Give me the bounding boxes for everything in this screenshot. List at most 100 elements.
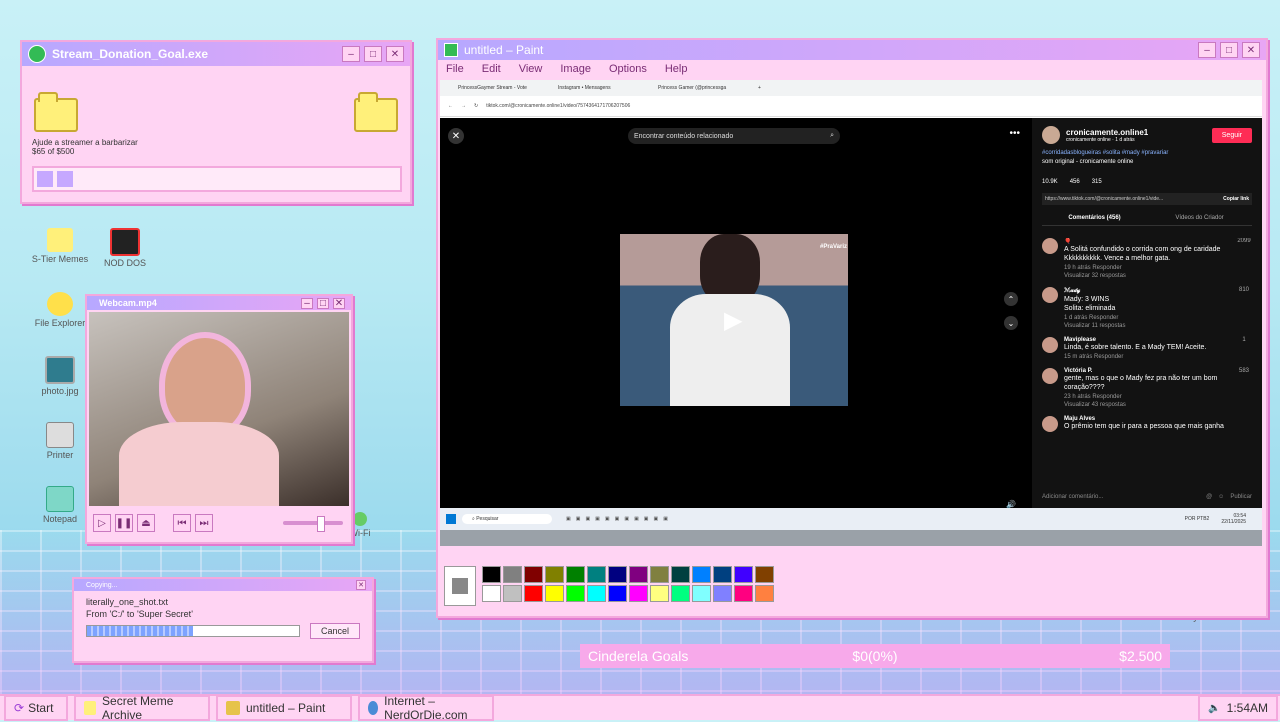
color-swatch[interactable] [482,585,501,602]
color-swatch[interactable] [755,585,774,602]
close-button[interactable]: ✕ [333,297,345,309]
color-swatch[interactable] [482,566,501,583]
menu-options[interactable]: Options [609,63,647,75]
view-replies[interactable]: Visualizar 11 respostas [1064,323,1125,329]
taskbar-search[interactable]: ⌕ Pesquisar [462,514,552,524]
color-swatch[interactable] [608,566,627,583]
paint-canvas[interactable]: PrincessGaymer Stream - Vote Instagram •… [440,80,1262,546]
current-color[interactable] [444,566,476,606]
desktop-icon-s-tier-memes[interactable]: S-Tier Memes [25,228,95,264]
taskbar-item-secret-meme-archive[interactable]: Secret Meme Archive [74,694,210,722]
color-swatch[interactable] [629,585,648,602]
sound-name[interactable]: som original - cronicamente online [1042,159,1252,165]
next-button[interactable]: ⏭ [195,514,213,532]
color-swatch[interactable] [755,566,774,583]
avatar[interactable] [1042,368,1058,384]
color-swatch[interactable] [671,585,690,602]
start-button[interactable]: ⟳ Start [4,695,68,721]
cancel-button[interactable]: Cancel [309,623,360,639]
menu-edit[interactable]: Edit [482,63,501,75]
clock[interactable]: 1:54AM [1227,701,1268,715]
comments-count[interactable]: 456 [1070,179,1080,185]
forward-icon[interactable]: → [461,103,466,109]
creator-name[interactable]: cronicamente.online1 [1066,128,1212,137]
color-swatch[interactable] [503,566,522,583]
color-swatch[interactable] [524,585,543,602]
eject-button[interactable]: ⏏ [137,514,155,532]
view-replies[interactable]: Visualizar 43 respostas [1064,402,1236,408]
volume-knob[interactable] [317,516,325,532]
language-indicator[interactable]: POR PTB2 [1185,516,1210,522]
comment-author[interactable]: ℳ𝒶𝒹𝓎 [1064,287,1125,295]
color-swatch[interactable] [734,566,753,583]
browser-tab[interactable]: Instagram • Mensagens [558,85,658,91]
windows-start-icon[interactable] [446,514,456,524]
avatar[interactable] [1042,416,1058,432]
like-count[interactable]: 810 [1236,287,1252,329]
comment-input[interactable]: Adicionar comentário... [1042,494,1206,500]
maximize-button[interactable]: □ [364,46,382,62]
more-options-icon[interactable]: ••• [1009,128,1020,139]
color-swatch[interactable] [650,585,669,602]
color-swatch[interactable] [524,566,543,583]
like-count[interactable]: 583 [1236,368,1252,408]
maximize-button[interactable]: □ [317,297,329,309]
close-button[interactable]: ✕ [386,46,404,62]
desktop-icon-nod-dos[interactable]: NOD DOS [90,228,160,268]
webcam-titlebar[interactable]: Webcam.mp4 – □ ✕ [87,296,351,310]
close-button[interactable]: ✕ [356,580,366,590]
menu-image[interactable]: Image [560,63,591,75]
taskbar-item-paint[interactable]: untitled – Paint [216,695,352,721]
color-swatch[interactable] [692,566,711,583]
back-icon[interactable]: ← [448,103,453,109]
color-swatch[interactable] [713,566,732,583]
avatar[interactable] [1042,287,1058,303]
comment-author[interactable]: 🎈 [1064,238,1236,245]
avatar[interactable] [1042,238,1058,254]
color-swatch[interactable] [629,566,648,583]
mention-icon[interactable]: @ [1206,494,1212,500]
color-swatch[interactable] [713,585,732,602]
menu-view[interactable]: View [519,63,543,75]
likes-count[interactable]: 10.9K [1042,179,1058,185]
pause-button[interactable]: ❚❚ [115,514,133,532]
browser-tab[interactable]: Princess Gamer (@princessga [658,85,758,91]
color-swatch[interactable] [545,585,564,602]
maximize-button[interactable]: □ [1220,42,1238,58]
close-button[interactable]: ✕ [1242,42,1260,58]
copying-titlebar[interactable]: Copying... ✕ [74,579,372,591]
follow-button[interactable]: Seguir [1211,127,1252,143]
like-count[interactable]: 2099 [1236,238,1252,279]
reload-icon[interactable]: ↻ [474,103,478,109]
emoji-icon[interactable]: ☺ [1218,494,1224,500]
saves-count[interactable]: 315 [1092,179,1102,185]
hashtags[interactable]: #corridadasblogueiras #solita #mady #pra… [1042,150,1252,156]
color-swatch[interactable] [650,566,669,583]
avatar[interactable] [1042,126,1060,144]
color-swatch[interactable] [692,585,711,602]
close-video-button[interactable]: ✕ [448,128,464,144]
color-swatch[interactable] [734,585,753,602]
minimize-button[interactable]: – [342,46,360,62]
like-count[interactable]: 1 [1236,337,1252,360]
publish-button[interactable]: Publicar [1230,494,1252,500]
minimize-button[interactable]: – [1198,42,1216,58]
play-button[interactable]: ▷ [93,514,111,532]
previous-button[interactable]: ⏮ [173,514,191,532]
color-swatch[interactable] [608,585,627,602]
next-video-button[interactable]: ⌄ [1004,316,1018,330]
color-swatch[interactable] [587,566,606,583]
color-swatch[interactable] [566,585,585,602]
donation-titlebar[interactable]: Stream_Donation_Goal.exe – □ ✕ [22,42,410,66]
tab-comments[interactable]: Comentários (456) [1042,215,1147,221]
color-swatch[interactable] [671,566,690,583]
menu-help[interactable]: Help [665,63,688,75]
avatar[interactable] [1042,337,1058,353]
taskbar-item-internet[interactable]: Internet – NerdOrDie.com [358,694,494,722]
paint-titlebar[interactable]: untitled – Paint – □ ✕ [438,40,1266,60]
color-swatch[interactable] [503,585,522,602]
previous-video-button[interactable]: ⌃ [1004,292,1018,306]
copy-link-button[interactable]: Copiar link [1223,196,1249,202]
new-tab-button[interactable]: + [758,85,761,91]
tab-creator-videos[interactable]: Vídeos do Criador [1147,215,1252,221]
